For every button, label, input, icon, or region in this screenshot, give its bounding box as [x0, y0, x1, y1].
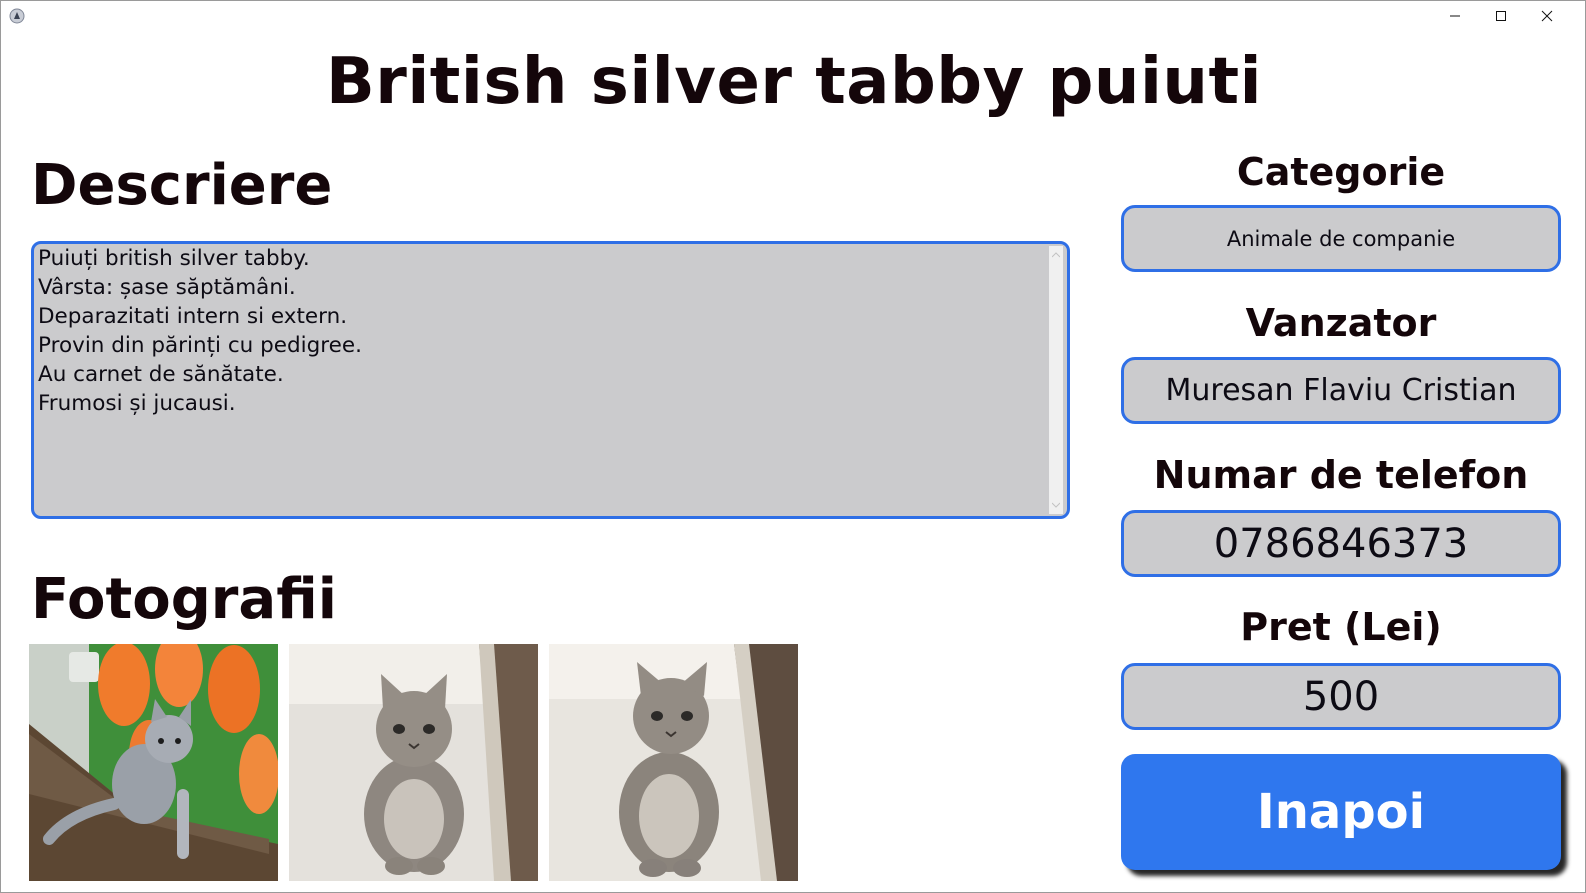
- kitten-photo-2[interactable]: [289, 644, 538, 881]
- price-label: Pret (Lei): [1240, 605, 1442, 649]
- description-heading: Descriere: [31, 153, 333, 218]
- scroll-down-icon[interactable]: [1052, 502, 1060, 508]
- back-button[interactable]: Inapoi: [1121, 754, 1561, 870]
- title-bar[interactable]: [1, 1, 1585, 31]
- kitten-photo-1[interactable]: [29, 644, 278, 881]
- maximize-icon[interactable]: [1478, 1, 1524, 31]
- app-window: British silver tabby puiuti Descriere Pu…: [0, 0, 1586, 893]
- minimize-icon[interactable]: [1432, 1, 1478, 31]
- category-field[interactable]: Animale de companie: [1121, 205, 1561, 272]
- close-icon[interactable]: [1524, 1, 1570, 31]
- description-textarea[interactable]: Puiuți british silver tabby. Vârsta: șas…: [31, 241, 1070, 519]
- page-title: British silver tabby puiuti: [326, 45, 1262, 119]
- scroll-up-icon[interactable]: [1052, 252, 1060, 258]
- phone-field[interactable]: 0786846373: [1121, 510, 1561, 577]
- photos-heading: Fotografii: [31, 567, 337, 632]
- description-scrollbar[interactable]: [1049, 246, 1063, 514]
- kitten-photo-3[interactable]: [549, 644, 798, 881]
- seller-label: Vanzator: [1245, 301, 1437, 345]
- app-icon: [9, 8, 25, 24]
- phone-label: Numar de telefon: [1153, 453, 1529, 497]
- price-field[interactable]: 500: [1121, 663, 1561, 730]
- description-text[interactable]: Puiuți british silver tabby. Vârsta: șas…: [38, 244, 1038, 418]
- seller-field[interactable]: Muresan Flaviu Cristian: [1121, 357, 1561, 424]
- category-label: Categorie: [1236, 150, 1446, 194]
